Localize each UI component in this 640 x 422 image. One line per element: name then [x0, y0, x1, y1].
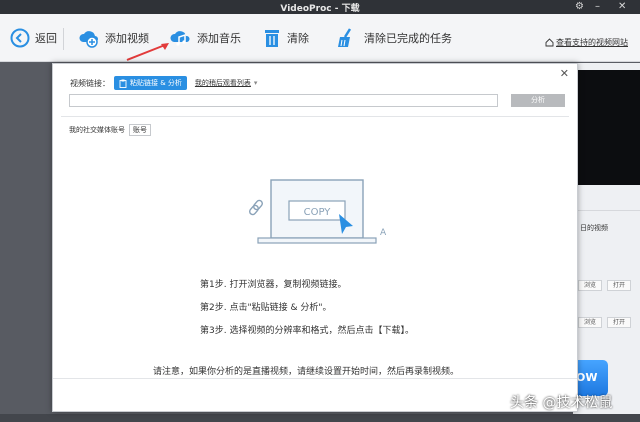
- step-1: 第1步. 打开浏览器，复制视频链接。: [200, 280, 347, 290]
- divider: [578, 210, 640, 211]
- annotation-arrow: [126, 43, 169, 61]
- copy-text: COPY: [304, 207, 332, 218]
- watermark: 头条 @技术松鼠: [510, 395, 613, 411]
- clipboard-icon: [119, 79, 127, 88]
- video-link-label: 视频链接：: [70, 78, 110, 88]
- broom-icon: [338, 28, 352, 47]
- analyze-button[interactable]: 分析: [511, 94, 565, 107]
- separator: [63, 28, 64, 50]
- supported-sites-label: 查看支持的视频网站: [556, 38, 628, 47]
- social-label: 我的社交媒体账号: [69, 126, 125, 134]
- step-3: 第3步. 选择视频的分辨率和格式，然后点击【下载】。: [200, 326, 414, 336]
- window-title: VideoProc - 下载: [280, 4, 360, 14]
- paste-analyze-label: 粘贴链接 & 分析: [130, 79, 182, 87]
- trash-icon: [265, 30, 279, 47]
- back-button[interactable]: 返回: [10, 24, 57, 52]
- supported-sites-link[interactable]: 查看支持的视频网站: [545, 37, 628, 48]
- social-accounts-row: 我的社交媒体账号 账号: [69, 124, 151, 136]
- url-input[interactable]: [69, 94, 498, 107]
- add-music-label: 添加音乐: [197, 32, 241, 45]
- minimize-icon[interactable]: –: [595, 1, 600, 13]
- live-notice: 请注意，如果你分析的是直播视频，请继续设置开始时间，然后再录制视频。: [153, 367, 460, 377]
- status-strip: [0, 414, 640, 422]
- clear-label: 清除: [287, 32, 309, 45]
- step-2: 第2步. 点击"粘贴链接 & 分析"。: [200, 303, 332, 313]
- divider: [53, 378, 577, 379]
- open-button[interactable]: 打开: [607, 280, 631, 291]
- letter-a-icon: A: [380, 228, 387, 238]
- close-window-icon[interactable]: ✕: [618, 1, 626, 13]
- back-icon: [10, 28, 30, 48]
- divider: [61, 116, 569, 117]
- paste-analyze-button[interactable]: 粘贴链接 & 分析: [114, 76, 187, 90]
- video-preview: [578, 70, 640, 185]
- add-video-icon: [79, 31, 98, 48]
- add-music-button[interactable]: 添加音乐: [170, 24, 241, 52]
- browse-button[interactable]: 浏览: [578, 280, 602, 291]
- chevron-down-icon[interactable]: ▾: [254, 79, 258, 87]
- link-icon: [249, 199, 263, 216]
- video-link-row: 视频链接： 粘贴链接 & 分析 我的稍后观看列表 ▾: [70, 76, 257, 90]
- back-label: 返回: [35, 32, 57, 45]
- left-pane: [0, 63, 52, 415]
- watch-later-link[interactable]: 我的稍后观看列表: [195, 78, 251, 88]
- settings-icon[interactable]: ⚙: [575, 1, 584, 13]
- browse-button-2[interactable]: 浏览: [578, 317, 602, 328]
- clear-completed-label: 清除已完成的任务: [364, 32, 452, 45]
- right-pane-text: 日的视频: [580, 224, 608, 232]
- open-button-2[interactable]: 打开: [607, 317, 631, 328]
- toolbar: 返回 添加视频 添加音乐 清除 清除已完成的任务 查看支持的视频网站: [0, 14, 640, 62]
- close-icon[interactable]: ✕: [560, 67, 569, 80]
- download-dialog: ✕ 视频链接： 粘贴链接 & 分析 我的稍后观看列表 ▾ 分析 我的社交媒体账号…: [52, 63, 578, 412]
- steps-list: 第1步. 打开浏览器，复制视频链接。 第2步. 点击"粘贴链接 & 分析"。 第…: [200, 277, 414, 346]
- account-button[interactable]: 账号: [129, 124, 151, 136]
- clear-button[interactable]: 清除: [262, 24, 309, 52]
- clear-completed-button[interactable]: 清除已完成的任务: [335, 24, 452, 52]
- title-bar: VideoProc - 下载 ⚙ – ✕: [0, 0, 640, 14]
- laptop-illustration: COPY A: [249, 179, 387, 244]
- home-icon: [545, 38, 554, 47]
